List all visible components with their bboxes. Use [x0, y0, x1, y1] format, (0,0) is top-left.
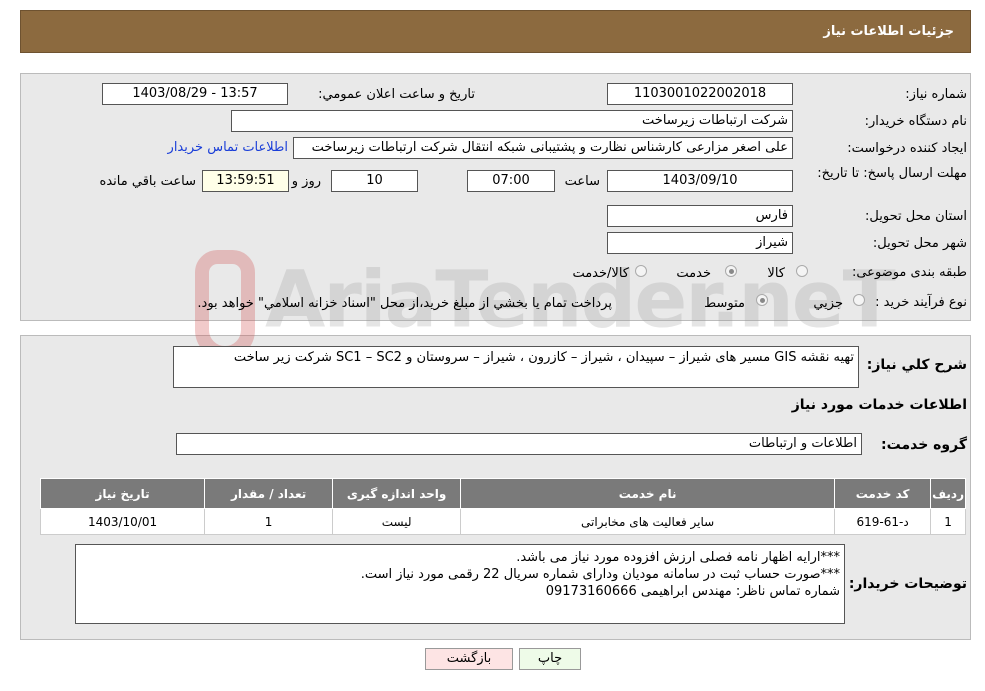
province-label: استان محل تحويل:	[865, 209, 967, 224]
remaining-time-field: 13:59:51	[202, 170, 289, 192]
announce-label: تاریخ و ساعت اعلان عمومي:	[318, 87, 475, 102]
deadline-label: مهلت ارسال پاسخ: تا تاریخ:	[817, 166, 967, 181]
category-option-goods: کالا	[767, 266, 785, 281]
city-field: شیراز	[607, 232, 793, 254]
need-number-field: 1103001022002018	[607, 83, 793, 105]
remaining-label: ساعت باقي مانده	[99, 174, 196, 189]
process-option-medium: متوسط	[704, 296, 745, 311]
summary-textarea[interactable]: تهیه نقشه GIS مسیر های شیراز – سپیدان ، …	[173, 346, 859, 388]
process-radio-minor[interactable]	[853, 294, 865, 306]
buyer-label: نام دستگاه خريدار:	[864, 114, 967, 129]
back-button[interactable]: بازگشت	[425, 648, 513, 670]
time-label: ساعت	[564, 174, 600, 189]
notes-line: ***ارایه اظهار نامه فصلی ارزش افزوده مور…	[516, 550, 840, 565]
col-code: کد خدمت	[834, 478, 932, 509]
print-button[interactable]: چاپ	[519, 648, 581, 670]
cell-service-name: سایر فعالیت های مخابراتی	[460, 508, 836, 535]
summary-label: شرح كلي نياز:	[866, 357, 967, 373]
category-option-goods-service: کالا/خدمت	[572, 266, 629, 281]
notes-label: توضيحات خريدار:	[848, 576, 967, 592]
city-label: شهر محل تحويل:	[872, 236, 967, 251]
notes-line: شماره تماس ناظر: مهندس ابراهیمی 09173160…	[545, 584, 840, 599]
cell-unit: لیست	[332, 508, 462, 535]
cell-quantity: 1	[204, 508, 334, 535]
process-option-minor: جزيي	[813, 296, 843, 311]
creator-label: ايجاد کننده درخواست:	[847, 141, 967, 156]
announce-field: 1403/08/29 - 13:57	[102, 83, 288, 105]
days-field: 10	[331, 170, 418, 192]
table-header-row: رديف کد خدمت نام خدمت واحد اندازه گيری ت…	[39, 478, 966, 509]
process-label: نوع فرآيند خريد :	[875, 295, 967, 310]
days-label: روز و	[291, 174, 321, 189]
cell-need-date: 1403/10/01	[39, 508, 206, 535]
table-row: 1 د-61-619 سایر فعالیت های مخابراتی لیست…	[39, 508, 966, 535]
buyer-contact-link[interactable]: اطلاعات تماس خريدار	[168, 140, 288, 155]
cell-row: 1	[930, 508, 966, 535]
col-service-name: نام خدمت	[460, 478, 836, 509]
deadline-time-field: 07:00	[467, 170, 555, 192]
col-row: رديف	[930, 478, 966, 509]
creator-field: علی اصغر مزارعی کارشناس نظارت و پشتیبانی…	[293, 137, 793, 159]
province-field: فارس	[607, 205, 793, 227]
col-quantity: تعداد / مقدار	[204, 478, 334, 509]
page-header: جزئیات اطلاعات نیاز	[20, 10, 971, 53]
buyer-field: شرکت ارتباطات زیرساخت	[231, 110, 793, 132]
need-number-label: شماره نیاز:	[905, 87, 967, 102]
service-group-field: اطلاعات و ارتباطات	[176, 433, 862, 455]
category-radio-goods-service[interactable]	[635, 265, 647, 277]
col-need-date: تاريخ نياز	[39, 478, 206, 509]
category-option-service: خدمت	[676, 266, 711, 281]
process-note: پرداخت تمام يا بخشي از مبلغ خريد،از محل …	[197, 296, 612, 311]
notes-textarea[interactable]: ***ارایه اظهار نامه فصلی ارزش افزوده مور…	[75, 544, 845, 624]
page-title: جزئیات اطلاعات نیاز	[823, 24, 954, 39]
deadline-date-field: 1403/09/10	[607, 170, 793, 192]
col-unit: واحد اندازه گيری	[332, 478, 462, 509]
notes-line: ***صورت حساب ثبت در سامانه مودیان ودارای…	[360, 567, 840, 582]
service-group-label: گروه خدمت:	[881, 437, 967, 453]
category-label: طبقه بندی موضوعی:	[851, 265, 967, 280]
services-table: رديف کد خدمت نام خدمت واحد اندازه گيری ت…	[39, 478, 966, 535]
process-radio-medium[interactable]	[756, 294, 768, 306]
category-radio-goods[interactable]	[796, 265, 808, 277]
cell-code: د-61-619	[834, 508, 932, 535]
category-radio-service[interactable]	[725, 265, 737, 277]
services-title: اطلاعات خدمات مورد نياز	[791, 397, 967, 413]
